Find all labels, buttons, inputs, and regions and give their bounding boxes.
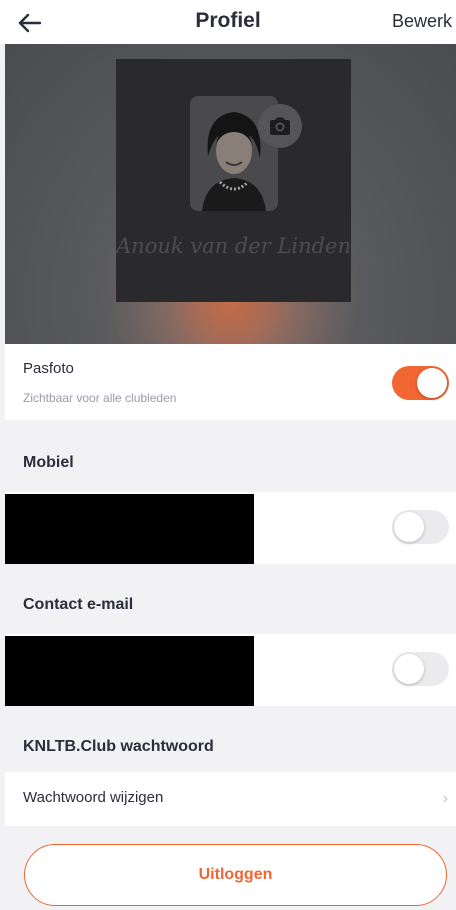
nav-header: Profiel Bewerk [0, 0, 456, 44]
pasfoto-label: Pasfoto [23, 360, 74, 377]
toggle-knob [417, 368, 447, 398]
redacted-email-value [5, 636, 254, 706]
toggle-knob [394, 512, 424, 542]
page-title: Profiel [195, 9, 261, 32]
change-password-label: Wachtwoord wijzigen [23, 789, 164, 806]
pasfoto-subtitle: Zichtbaar voor alle clubleden [23, 391, 177, 405]
mobile-section-label: Mobiel [23, 454, 74, 471]
camera-button[interactable] [258, 104, 302, 148]
email-visibility-toggle[interactable] [392, 652, 449, 686]
camera-icon [270, 117, 290, 135]
password-section-label: KNLTB.Club wachtwoord [23, 738, 214, 755]
back-button[interactable] [12, 8, 46, 38]
pasfoto-row: Pasfoto Zichtbaar voor alle clubleden [5, 344, 456, 420]
change-password-row[interactable]: Wachtwoord wijzigen › [5, 772, 456, 826]
profile-hero: Anouk van der Linden [5, 44, 456, 344]
email-section-label: Contact e-mail [23, 596, 134, 613]
redacted-mobile-value [5, 494, 254, 564]
arrow-left-icon [18, 13, 41, 33]
profile-name: Anouk van der Linden [116, 234, 352, 258]
chevron-right-icon: › [442, 790, 448, 807]
logout-button[interactable]: Uitloggen [24, 844, 447, 906]
toggle-knob [394, 654, 424, 684]
edit-button[interactable]: Bewerk [392, 11, 452, 32]
pasfoto-toggle[interactable] [392, 366, 449, 400]
mobile-visibility-toggle[interactable] [392, 510, 449, 544]
